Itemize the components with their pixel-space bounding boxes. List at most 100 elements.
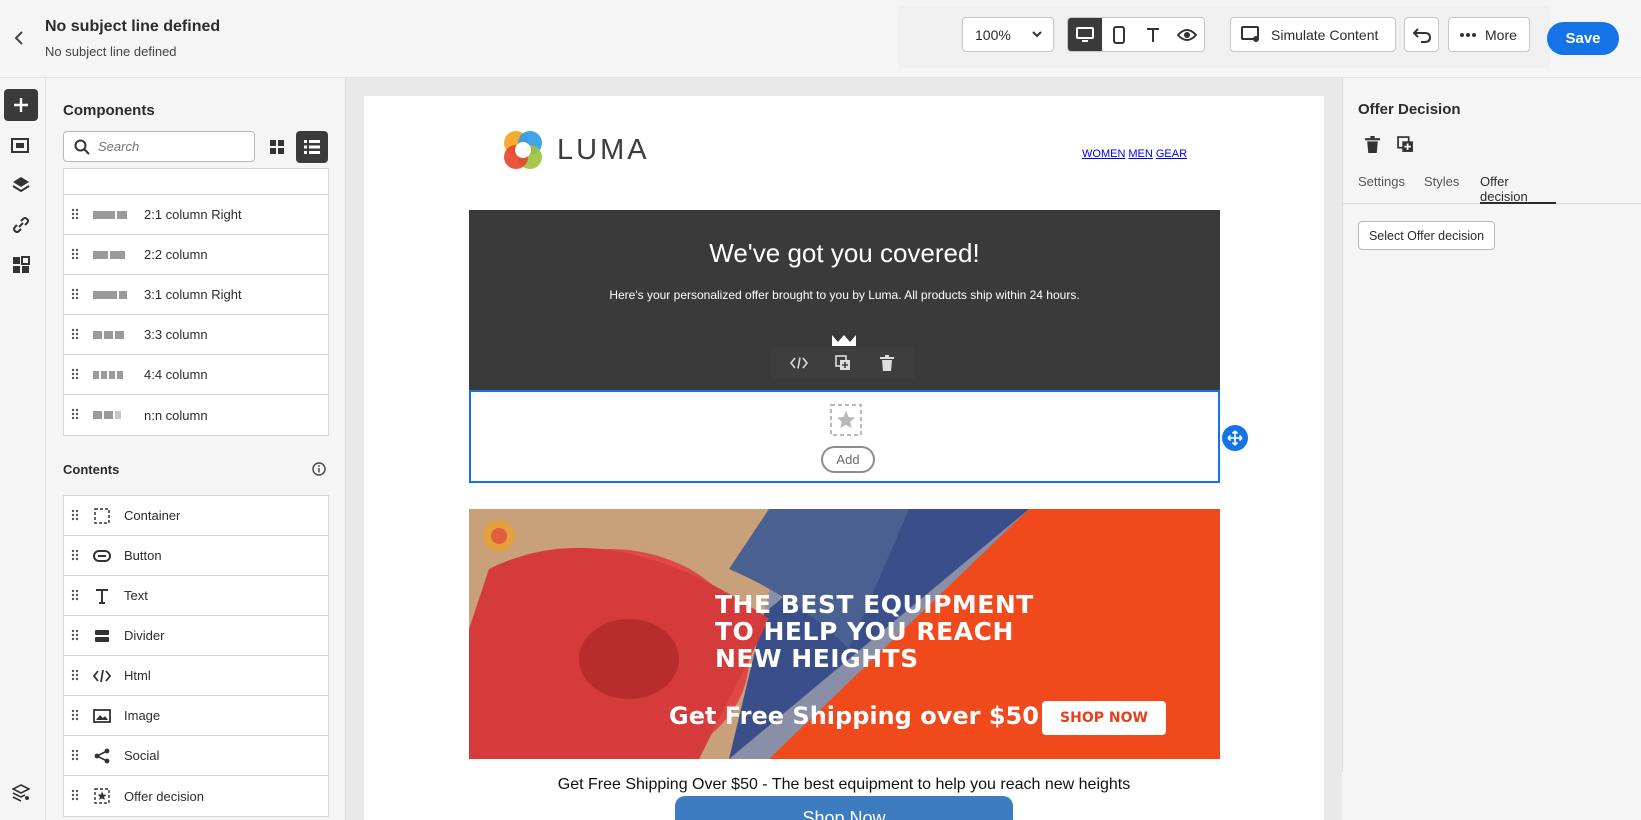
structure-label: 4:4 column <box>144 367 208 382</box>
banner-caption: Get Free Shipping Over $50 - The best eq… <box>557 776 1131 793</box>
mobile-view-button[interactable] <box>1102 18 1136 51</box>
shop-now-button[interactable]: Shop Now <box>675 796 1013 820</box>
drag-handle-icon <box>71 509 79 521</box>
drag-handle-icon <box>71 549 79 561</box>
content-item-offer-decision[interactable]: Offer decision <box>64 776 328 816</box>
drag-handle-icon <box>71 248 79 260</box>
structure-list: 2:1 column Right 2:2 column 3:1 column R… <box>63 168 329 436</box>
fragments-button[interactable] <box>4 249 38 281</box>
content-label: Offer decision <box>124 788 204 804</box>
move-block-handle[interactable] <box>1222 425 1248 451</box>
chevron-down-icon <box>1032 31 1042 38</box>
info-icon[interactable] <box>312 462 326 476</box>
links-button[interactable] <box>4 209 38 241</box>
select-offer-decision-button[interactable]: Select Offer decision <box>1358 221 1495 250</box>
grid-view-toggle[interactable] <box>261 131 293 163</box>
layers-settings-button[interactable] <box>4 777 38 809</box>
content-label: Text <box>124 588 148 603</box>
zoom-select[interactable]: 100% <box>962 17 1054 52</box>
layout-3-3-icon <box>93 331 124 339</box>
assets-button[interactable] <box>4 129 38 161</box>
drag-handle-icon <box>71 589 79 601</box>
nav-link-men[interactable]: MEN <box>1128 148 1152 160</box>
promo-banner[interactable]: THE BEST EQUIPMENT TO HELP YOU REACH NEW… <box>469 509 1220 759</box>
text-view-button[interactable] <box>1136 18 1170 51</box>
structure-item-n-n[interactable]: n:n column <box>64 395 328 435</box>
desktop-icon <box>1076 26 1094 42</box>
content-label: Container <box>124 508 181 523</box>
offer-decision-block[interactable]: Add <box>469 390 1220 483</box>
view-mode-group <box>1067 17 1205 52</box>
add-offer-button[interactable]: Add <box>821 446 875 473</box>
duplicate-icon <box>835 355 850 370</box>
list-view-toggle[interactable] <box>296 131 328 163</box>
structure-item-3-1-right[interactable]: 3:1 column Right <box>64 275 328 315</box>
content-item-social[interactable]: Social <box>64 736 328 776</box>
duplicate-component-button[interactable] <box>1393 132 1417 156</box>
divider-icon <box>93 627 111 645</box>
button-icon <box>93 547 111 565</box>
back-button[interactable] <box>8 26 30 50</box>
eye-icon <box>1177 28 1197 41</box>
drag-handle-icon <box>71 669 79 681</box>
more-button[interactable]: More <box>1448 17 1530 52</box>
desktop-view-button[interactable] <box>1068 18 1102 51</box>
chevron-left-icon <box>14 31 23 45</box>
more-dots-icon <box>1460 32 1476 37</box>
trash-icon <box>1364 135 1380 153</box>
preview-button[interactable] <box>1170 18 1204 51</box>
content-item-text[interactable]: Text <box>64 576 328 616</box>
layout-4-4-icon <box>93 371 123 379</box>
drag-handle-icon <box>71 368 79 380</box>
hero-image-icon <box>832 335 856 346</box>
content-label: Html <box>124 668 151 683</box>
duplicate-block-button[interactable] <box>830 350 856 376</box>
content-item-divider[interactable]: Divider <box>64 616 328 656</box>
tab-styles[interactable]: Styles <box>1424 174 1459 204</box>
simulate-content-button[interactable]: Simulate Content <box>1230 17 1396 52</box>
content-item-container[interactable]: Container <box>64 496 328 536</box>
tab-settings[interactable]: Settings <box>1358 174 1405 204</box>
banner-line-2: TO HELP YOU REACH <box>715 617 1014 646</box>
content-item-image[interactable]: Image <box>64 696 328 736</box>
content-item-button[interactable]: Button <box>64 536 328 576</box>
structure-item-2-2[interactable]: 2:2 column <box>64 235 328 275</box>
tab-offer-decision[interactable]: Offer decision <box>1480 174 1556 204</box>
structure-label: 3:3 column <box>144 327 208 342</box>
search-input[interactable] <box>98 139 248 154</box>
delete-block-button[interactable] <box>874 350 900 376</box>
simulate-icon <box>1241 25 1259 42</box>
grid-icon <box>270 140 284 154</box>
nav-link-women[interactable]: WOMEN <box>1082 148 1125 160</box>
code-icon <box>790 357 808 369</box>
layers-button[interactable] <box>4 169 38 201</box>
assets-icon <box>11 138 29 153</box>
content-label: Social <box>124 748 160 763</box>
properties-title: Offer Decision <box>1358 101 1461 118</box>
banner-headline: THE BEST EQUIPMENT TO HELP YOU REACH NEW… <box>715 591 1034 672</box>
properties-panel: Offer Decision Settings Styles Offer dec… <box>1342 78 1641 772</box>
content-label: Divider <box>124 628 165 643</box>
save-button[interactable]: Save <box>1547 22 1619 55</box>
content-label: Button <box>124 548 162 563</box>
structure-label: 2:2 column <box>144 247 208 262</box>
offer-decision-icon <box>93 787 111 805</box>
hero-subtitle: Here's your personalized offer brought t… <box>609 288 1080 302</box>
move-icon <box>1227 430 1243 446</box>
message-subtitle: No subject line defined <box>45 44 177 59</box>
structure-item-2-1-right[interactable]: 2:1 column Right <box>64 195 328 235</box>
email-body: LUMA WOMEN MEN GEAR We've got you covere… <box>364 96 1324 820</box>
structure-item-4-4[interactable]: 4:4 column <box>64 355 328 395</box>
zoom-value: 100% <box>975 26 1011 43</box>
nav-link-gear[interactable]: GEAR <box>1156 148 1187 160</box>
structure-item-3-3[interactable]: 3:3 column <box>64 315 328 355</box>
delete-component-button[interactable] <box>1360 132 1384 156</box>
banner-shop-button[interactable]: SHOP NOW <box>1042 701 1166 735</box>
code-view-button[interactable] <box>786 350 812 376</box>
contents-list: Container Button Text Divider Html Image <box>63 495 329 817</box>
undo-button[interactable] <box>1404 17 1439 52</box>
add-components-button[interactable] <box>4 89 38 121</box>
email-canvas: LUMA WOMEN MEN GEAR We've got you covere… <box>346 78 1342 820</box>
component-search <box>63 131 255 162</box>
content-item-html[interactable]: Html <box>64 656 328 696</box>
